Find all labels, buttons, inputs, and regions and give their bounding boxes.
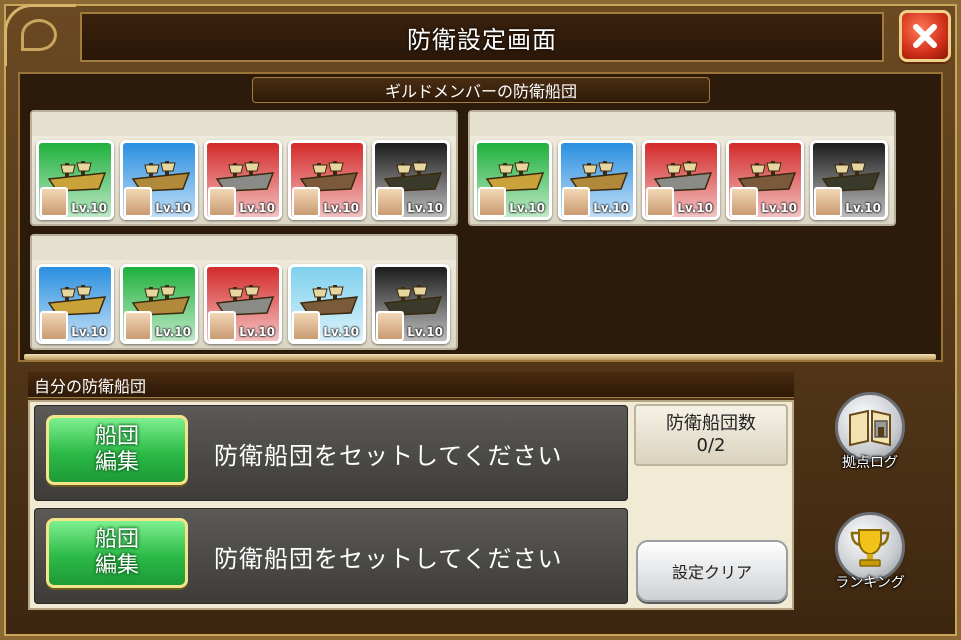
ship-tile[interactable]: Lv.10 [810, 140, 888, 220]
fleet-card-header [32, 112, 456, 136]
ship-tile[interactable]: Lv.10 [288, 264, 366, 344]
trophy-icon [850, 529, 890, 567]
guild-fleet-card[interactable]: Lv.10 Lv.10 Lv.10 Lv.10 Lv.10 [30, 234, 458, 350]
fleet-count-value: 0/2 [696, 435, 726, 456]
base-log-button[interactable]: 拠点ログ [830, 392, 910, 482]
ship-tile[interactable]: Lv.10 [204, 264, 282, 344]
base-log-label: 拠点ログ [842, 455, 898, 471]
guild-fleet-card[interactable]: Lv.10 Lv.10 Lv.10 Lv.10 Lv.10 [468, 110, 896, 226]
close-icon [913, 24, 937, 48]
captain-portrait [124, 187, 152, 217]
ship-tile[interactable]: Lv.10 [474, 140, 552, 220]
ranking-button[interactable]: ランキング [830, 512, 910, 602]
ship-level: Lv.10 [239, 201, 275, 215]
ship-level: Lv.10 [761, 201, 797, 215]
captain-portrait [208, 311, 236, 341]
captain-portrait [40, 187, 68, 217]
clear-settings-button[interactable]: 設定クリア [636, 540, 788, 602]
ship-tile[interactable]: Lv.10 [36, 264, 114, 344]
edit-button-label-line2: 編集 [94, 450, 139, 475]
slot-message: 防衛船団をセットしてください [214, 544, 563, 573]
ship-tile[interactable]: Lv.10 [372, 140, 450, 220]
guild-section-title: ギルドメンバーの防衛船団 [252, 77, 710, 103]
ship-level: Lv.10 [407, 325, 443, 339]
ship-level: Lv.10 [323, 201, 359, 215]
guild-fleet-card[interactable]: Lv.10 Lv.10 Lv.10 Lv.10 Lv.10 [30, 110, 458, 226]
ship-level: Lv.10 [323, 325, 359, 339]
page-title: 防衛設定画面 [80, 12, 884, 62]
fleet-card-header [32, 236, 456, 260]
ship-level: Lv.10 [677, 201, 713, 215]
captain-portrait [376, 187, 404, 217]
captain-portrait [814, 187, 842, 217]
ship-level: Lv.10 [155, 325, 191, 339]
ship-tile[interactable]: Lv.10 [36, 140, 114, 220]
close-button[interactable] [899, 10, 951, 62]
own-section-title: 自分の防衛船団 [28, 372, 794, 398]
ship-level: Lv.10 [509, 201, 545, 215]
slot-message: 防衛船団をセットしてください [214, 441, 563, 470]
ship-tile[interactable]: Lv.10 [558, 140, 636, 220]
edit-button-label-line1: 船団 [94, 527, 139, 552]
captain-portrait [40, 311, 68, 341]
ranking-label: ランキング [835, 575, 905, 591]
edit-fleet-button-1[interactable]: 船団 編集 [46, 415, 188, 485]
ship-level: Lv.10 [593, 201, 629, 215]
fleet-slot-1: 船団 編集 防衛船団をセットしてください [34, 405, 628, 501]
fleet-slot-2: 船団 編集 防衛船団をセットしてください [34, 508, 628, 604]
captain-portrait [292, 311, 320, 341]
ship-level: Lv.10 [845, 201, 881, 215]
fleet-count-box: 防衛船団数 0/2 [634, 404, 788, 466]
captain-portrait [478, 187, 506, 217]
section-divider [24, 354, 936, 360]
ship-tile[interactable]: Lv.10 [288, 140, 366, 220]
clear-settings-label: 設定クリア [671, 563, 752, 582]
ship-level: Lv.10 [407, 201, 443, 215]
captain-portrait [292, 187, 320, 217]
captain-portrait [562, 187, 590, 217]
captain-portrait [730, 187, 758, 217]
page-title-text: 防衛設定画面 [407, 25, 557, 54]
ship-tile[interactable]: Lv.10 [120, 140, 198, 220]
fleet-card-header [470, 112, 894, 136]
book-icon [849, 409, 891, 447]
fleet-count-label: 防衛船団数 [666, 413, 756, 434]
ship-tile[interactable]: Lv.10 [372, 264, 450, 344]
ship-level: Lv.10 [71, 325, 107, 339]
own-section-title-text: 自分の防衛船団 [34, 376, 147, 396]
captain-portrait [208, 187, 236, 217]
edit-fleet-button-2[interactable]: 船団 編集 [46, 518, 188, 588]
ship-tile[interactable]: Lv.10 [204, 140, 282, 220]
edit-button-label-line2: 編集 [94, 553, 139, 578]
ship-level: Lv.10 [155, 201, 191, 215]
ship-level: Lv.10 [239, 325, 275, 339]
guild-section-title-text: ギルドメンバーの防衛船団 [384, 82, 577, 101]
edit-button-label-line1: 船団 [94, 424, 139, 449]
captain-portrait [376, 311, 404, 341]
corner-ornament [4, 4, 76, 66]
captain-portrait [124, 311, 152, 341]
ship-tile[interactable]: Lv.10 [726, 140, 804, 220]
ship-level: Lv.10 [71, 201, 107, 215]
captain-portrait [646, 187, 674, 217]
ship-tile[interactable]: Lv.10 [120, 264, 198, 344]
ship-tile[interactable]: Lv.10 [642, 140, 720, 220]
